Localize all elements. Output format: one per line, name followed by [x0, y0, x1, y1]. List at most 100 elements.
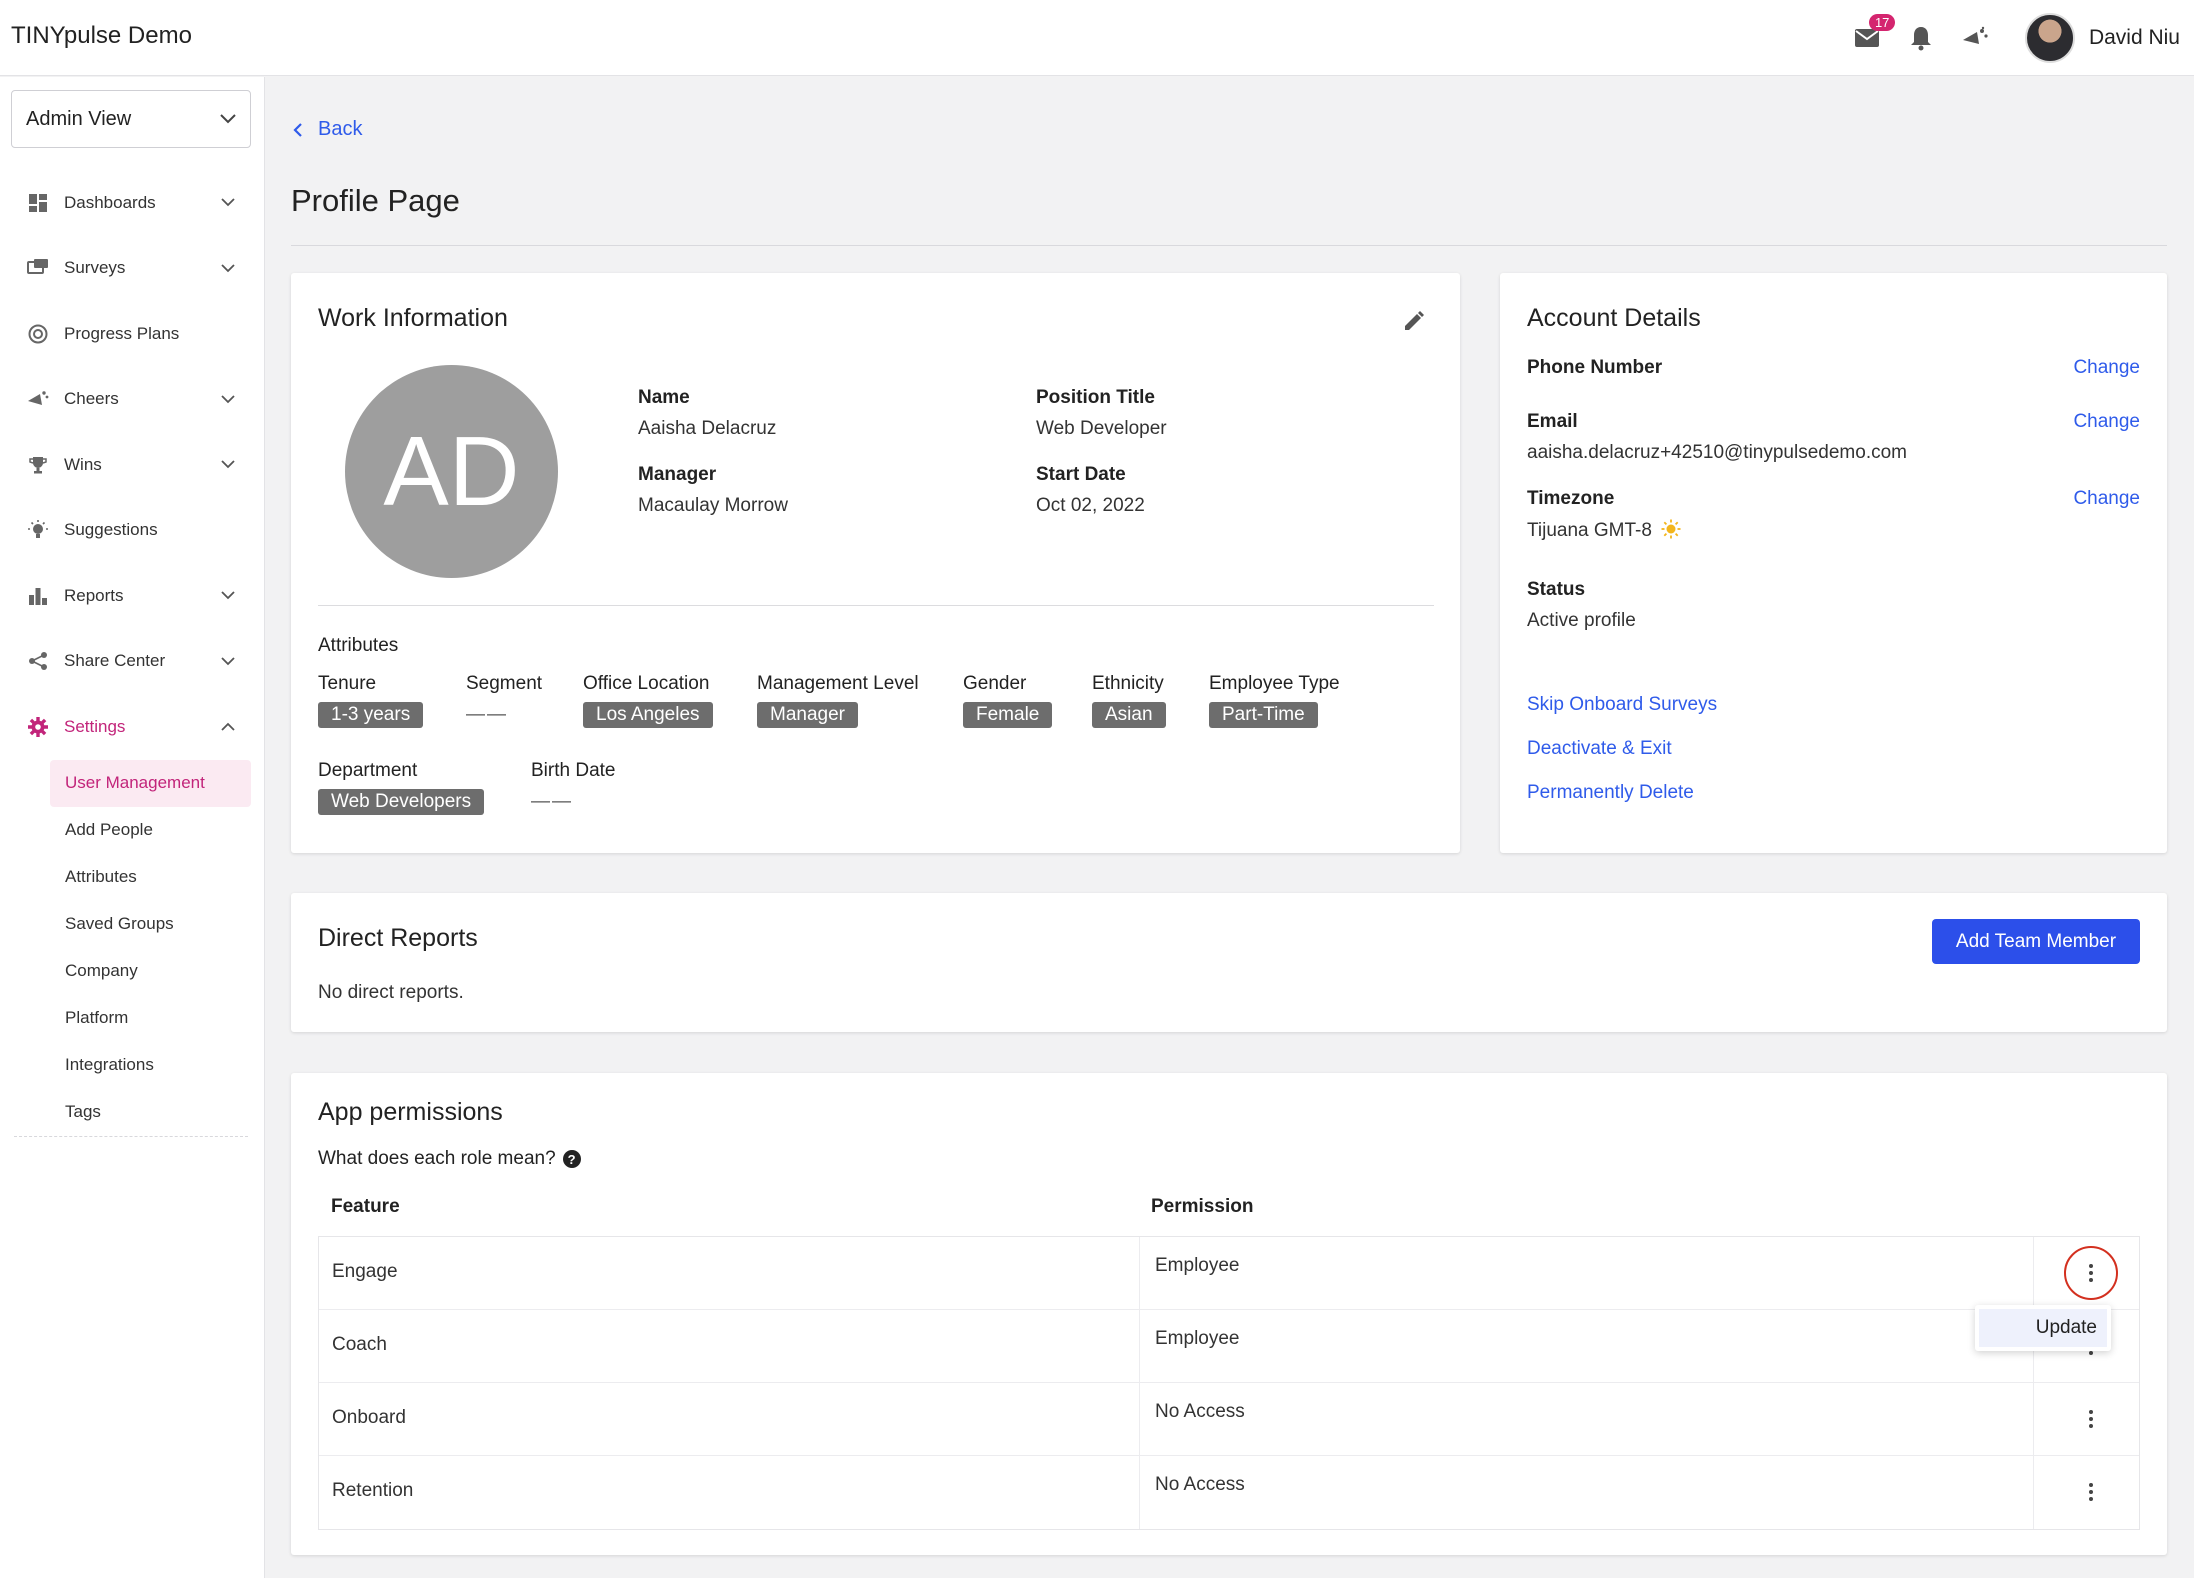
skip-onboard-surveys-link[interactable]: Skip Onboard Surveys: [1527, 694, 1717, 716]
attribute-tag: Los Angeles: [583, 702, 713, 728]
sidebar-item-cheers[interactable]: Cheers: [0, 367, 265, 433]
no-direct-reports-text: No direct reports.: [318, 982, 464, 1003]
sidebar-item-wins[interactable]: Wins: [0, 432, 265, 498]
chevron-left-icon: [293, 122, 302, 137]
attribute-birth-date: Birth Date ——: [531, 760, 615, 813]
add-team-member-button[interactable]: Add Team Member: [1932, 919, 2140, 964]
notifications-button[interactable]: [1905, 22, 1937, 54]
edit-button[interactable]: [1402, 309, 1426, 338]
chevron-down-icon: [221, 460, 235, 469]
sidebar-nav: Dashboards Surveys Progress Plans Cheers…: [0, 170, 265, 1136]
view-select[interactable]: Admin View: [11, 90, 251, 148]
account-details-card: Account Details Phone Number Change Emai…: [1500, 273, 2167, 853]
user-avatar[interactable]: [2024, 13, 2075, 63]
trophy-icon: [29, 456, 47, 474]
attribute-label: Birth Date: [531, 760, 616, 781]
phone-label: Phone Number: [1527, 357, 1663, 378]
submenu-item-company[interactable]: Company: [50, 948, 251, 995]
update-menu-item[interactable]: Update: [1979, 1309, 2107, 1347]
row-menu-button[interactable]: [2074, 1475, 2108, 1509]
sidebar-item-label: Cheers: [64, 389, 119, 409]
submenu-item-tags[interactable]: Tags: [50, 1089, 251, 1136]
user-name[interactable]: David Niu: [2089, 26, 2180, 50]
sidebar-item-label: Suggestions: [64, 520, 158, 540]
mail-button[interactable]: 17: [1851, 14, 1896, 54]
sidebar-item-settings[interactable]: Settings: [0, 694, 265, 760]
sidebar-item-label: Progress Plans: [64, 323, 180, 343]
row-menu-button[interactable]: [2074, 1402, 2108, 1436]
dashboard-icon: [29, 193, 47, 212]
submenu-item-platform[interactable]: Platform: [50, 995, 251, 1042]
timezone-row: Timezone Tijuana GMT-8 Change: [1527, 488, 2140, 542]
kebab-menu-icon: [2089, 1264, 2093, 1282]
position-value: Web Developer: [1036, 418, 1167, 439]
sun-icon: [1661, 519, 1681, 539]
name-label: Name: [638, 387, 690, 408]
change-timezone-link[interactable]: Change: [2073, 488, 2140, 510]
attribute-label: Employee Type: [1209, 673, 1340, 694]
position-field: Position Title Web Developer: [1036, 387, 1167, 440]
sidebar-item-label: Settings: [64, 716, 126, 736]
sidebar-item-suggestions[interactable]: Suggestions: [0, 498, 265, 564]
permanently-delete-link[interactable]: Permanently Delete: [1527, 782, 1694, 804]
sidebar-item-label: Surveys: [64, 258, 126, 278]
megaphone-icon: [1962, 26, 1988, 44]
attribute-label: Office Location: [583, 673, 710, 694]
permission-column-header: Permission: [1151, 1196, 1254, 1217]
sidebar-item-label: Dashboards: [64, 192, 156, 212]
sidebar-divider: [14, 1136, 248, 1137]
attribute-tag: Web Developers: [318, 789, 485, 815]
sidebar-item-progress-plans[interactable]: Progress Plans: [0, 301, 265, 367]
sidebar-item-reports[interactable]: Reports: [0, 563, 265, 629]
account-details-title: Account Details: [1527, 304, 1701, 332]
question-circle-icon[interactable]: ?: [562, 1150, 581, 1168]
submenu-item-add-people[interactable]: Add People: [50, 807, 251, 854]
timezone-text: Tijuana GMT-8: [1527, 520, 1652, 541]
chevron-down-icon: [221, 591, 235, 600]
change-phone-link[interactable]: Change: [2073, 357, 2140, 379]
back-label: Back: [318, 118, 363, 140]
attribute-label: Management Level: [757, 673, 919, 694]
cheers-button[interactable]: [1959, 22, 1991, 54]
attribute-label: Gender: [963, 673, 1027, 694]
direct-reports-card: Direct Reports No direct reports. Add Te…: [291, 893, 2167, 1032]
submenu-item-saved-groups[interactable]: Saved Groups: [50, 901, 251, 948]
sidebar: Admin View Dashboards Surveys Progress P…: [0, 77, 265, 1578]
work-information-card: Work Information AD Name Aaisha Delacruz…: [291, 273, 1460, 853]
sidebar-item-surveys[interactable]: Surveys: [0, 236, 265, 302]
change-email-link[interactable]: Change: [2073, 411, 2140, 433]
attribute-segment: Segment ——: [466, 673, 542, 726]
chevron-down-icon: [221, 264, 235, 273]
submenu-item-user-management[interactable]: User Management: [50, 759, 251, 807]
deactivate-exit-link[interactable]: Deactivate & Exit: [1527, 738, 1672, 760]
submenu-item-attributes[interactable]: Attributes: [50, 854, 251, 901]
feature-cell: Coach: [332, 1334, 387, 1355]
mail-count-badge: 17: [1868, 14, 1896, 31]
position-label: Position Title: [1036, 387, 1155, 408]
sidebar-item-share-center[interactable]: Share Center: [0, 629, 265, 695]
sidebar-item-label: Reports: [64, 585, 124, 605]
submenu-item-integrations[interactable]: Integrations: [50, 1042, 251, 1089]
role-help-text: What does each role mean?: [318, 1148, 556, 1169]
app-permissions-title: App permissions: [318, 1098, 503, 1126]
phone-row: Phone Number Change: [1527, 357, 2140, 379]
row-menu-button[interactable]: [2064, 1246, 2118, 1300]
app-permissions-card: App permissions What does each role mean…: [291, 1073, 2167, 1555]
back-link[interactable]: Back: [292, 118, 362, 141]
sidebar-item-dashboards[interactable]: Dashboards: [0, 170, 265, 236]
table-row: Engage Employee: [319, 1237, 2139, 1310]
attribute-label: Ethnicity: [1092, 673, 1164, 694]
permission-cell: Employee: [1155, 1255, 1240, 1276]
start-date-field: Start Date Oct 02, 2022: [1036, 464, 1145, 517]
share-icon: [29, 652, 47, 671]
permission-cell: No Access: [1155, 1401, 1245, 1422]
name-field: Name Aaisha Delacruz: [638, 387, 776, 440]
page-title: Profile Page: [291, 183, 460, 218]
attribute-office-location: Office Location Los Angeles: [583, 673, 713, 728]
role-help[interactable]: What does each role mean? ?: [318, 1148, 581, 1170]
app-title: TINYpulse Demo: [11, 22, 192, 49]
chevron-up-icon: [221, 722, 235, 731]
manager-label: Manager: [638, 464, 717, 485]
kebab-menu-icon: [2089, 1410, 2093, 1428]
attribute-tag: Part-Time: [1209, 702, 1318, 728]
